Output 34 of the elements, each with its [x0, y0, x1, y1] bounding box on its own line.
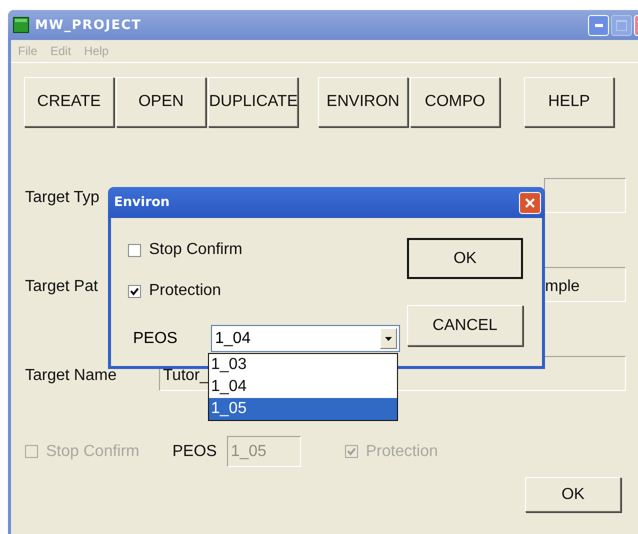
- checkbox-label: Stop Confirm: [149, 241, 242, 259]
- toolbar-button[interactable]: CREATE: [24, 77, 114, 127]
- peos-label: PEOS: [172, 442, 217, 460]
- close-button[interactable]: [519, 192, 541, 214]
- toolbar-button[interactable]: DUPLICATE: [208, 77, 298, 127]
- window-title: MW_PROJECT: [35, 18, 142, 32]
- ok-button[interactable]: OK: [525, 477, 621, 512]
- checkbox[interactable]: [128, 284, 141, 298]
- cancel-button[interactable]: CANCEL: [407, 305, 523, 346]
- maximize-icon: [616, 20, 627, 30]
- ok-button[interactable]: OK: [407, 238, 523, 279]
- minimize-button[interactable]: [588, 14, 609, 36]
- app-icon: [13, 17, 29, 33]
- checkbox-label: Stop Confirm: [46, 442, 140, 460]
- close-icon: [524, 196, 536, 208]
- dropdown-option[interactable]: 1_05: [209, 398, 397, 420]
- toolbar-button[interactable]: COMPO: [410, 77, 500, 127]
- toolbar-button[interactable]: OPEN: [116, 77, 206, 127]
- toolbar-button[interactable]: HELP: [524, 77, 614, 127]
- field-label: Target Pat: [25, 277, 98, 296]
- maximize-button[interactable]: [611, 14, 632, 36]
- minimize-icon: [594, 24, 602, 26]
- checkbox[interactable]: [128, 244, 141, 256]
- peos-dropdown[interactable]: 1_04: [211, 325, 400, 352]
- dropdown-option[interactable]: 1_04: [209, 376, 397, 398]
- field-label: Target Name: [25, 366, 117, 385]
- dialog-title: Environ: [114, 195, 171, 210]
- peos-label: PEOS: [132, 330, 178, 348]
- checkbox-label: Protection: [149, 282, 222, 300]
- caret-icon: [385, 336, 392, 340]
- checkbox-label: Protection: [366, 442, 438, 460]
- toolbar-button[interactable]: ENVIRON: [318, 77, 408, 127]
- dropdown-option[interactable]: 1_03: [209, 354, 397, 376]
- field-label: Target Typ: [25, 188, 100, 207]
